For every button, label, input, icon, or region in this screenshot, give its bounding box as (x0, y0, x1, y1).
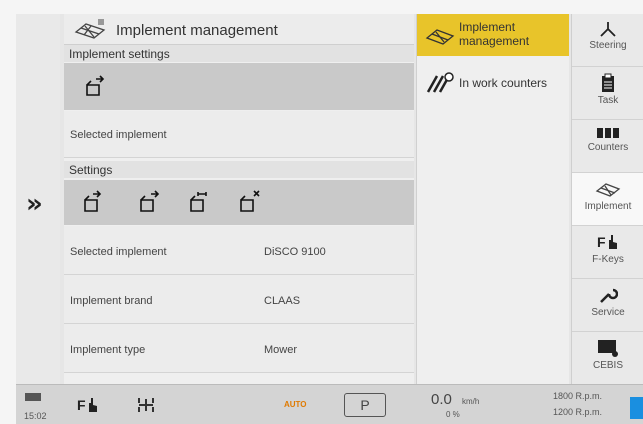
nav-cebis[interactable]: CEBIS (572, 332, 643, 384)
auto-badge: AUTO (284, 400, 307, 409)
delete-implement-icon[interactable] (238, 189, 264, 215)
svg-text:F: F (597, 234, 606, 250)
clock: 15:02 (24, 411, 47, 421)
left-strip: » (16, 14, 60, 384)
implement-icon (425, 29, 455, 45)
implement-icon (595, 183, 621, 197)
nav-service[interactable]: Service (572, 279, 643, 332)
menu-item-implement-management[interactable]: Implement management (417, 14, 569, 56)
expand-chevron-icon[interactable]: » (26, 189, 43, 219)
implement-icon (74, 19, 106, 39)
status-bar: 15:02 F AUTO P 0.0 km/h 0 % 1800 R.p.m. … (16, 384, 643, 424)
selected-implement-row[interactable]: Selected implement DiSCO 9100 (64, 226, 414, 275)
clipboard-icon (602, 73, 614, 92)
terminal-screen: » Implement management Implement setting… (16, 14, 643, 424)
nav-task[interactable]: Task (572, 67, 643, 120)
slip-value: 0 % (446, 410, 460, 419)
section-header-implement-settings: Implement settings (64, 45, 414, 62)
right-nav: Steering Task Counters Implement F F-Key… (571, 14, 643, 384)
selected-implement-row-1[interactable]: Selected implement (64, 111, 414, 158)
rpm-engine: 1800 R.p.m. (553, 391, 603, 401)
svg-text:F: F (77, 397, 86, 413)
section-header-settings: Settings (64, 161, 414, 178)
select-implement-icon[interactable] (84, 75, 110, 99)
fkeys-icon: F (597, 234, 617, 250)
page-title: Implement management (116, 22, 278, 39)
gear-indicator: P (344, 393, 386, 417)
menu-item-in-work-counters[interactable]: In work counters (417, 62, 569, 104)
nav-counters[interactable]: Counters (572, 120, 643, 173)
rename-implement-icon[interactable] (188, 189, 214, 215)
cebis-icon (598, 340, 618, 357)
add-implement-icon[interactable] (82, 189, 108, 215)
wrench-icon (600, 288, 618, 303)
panel-title-bar: Implement management (64, 14, 414, 45)
rpm-pto: 1200 R.p.m. (553, 407, 603, 417)
speed-unit: km/h (462, 397, 480, 406)
nav-steering[interactable]: Steering (572, 14, 643, 67)
blue-indicator (630, 397, 643, 419)
implement-brand-row[interactable]: Implement brand CLAAS (64, 275, 414, 324)
steering-icon (600, 22, 616, 37)
implement-settings-toolbar (64, 63, 414, 110)
counters-icon (597, 128, 619, 138)
nav-implement[interactable]: Implement (572, 173, 643, 226)
fkeys-icon[interactable]: F (76, 395, 100, 415)
speed-value: 0.0 (431, 391, 452, 408)
settings-toolbar (64, 180, 414, 225)
work-counters-icon (426, 72, 454, 93)
submenu: Implement management In work counters (416, 14, 569, 384)
export-implement-icon[interactable] (138, 189, 164, 215)
implement-type-row[interactable]: Implement type Mower (64, 324, 414, 373)
nav-fkeys[interactable]: F F-Keys (572, 226, 643, 279)
terminal-icon (25, 393, 41, 401)
axle-icon (138, 398, 154, 412)
main-panel: Implement management Implement settings … (64, 14, 414, 384)
